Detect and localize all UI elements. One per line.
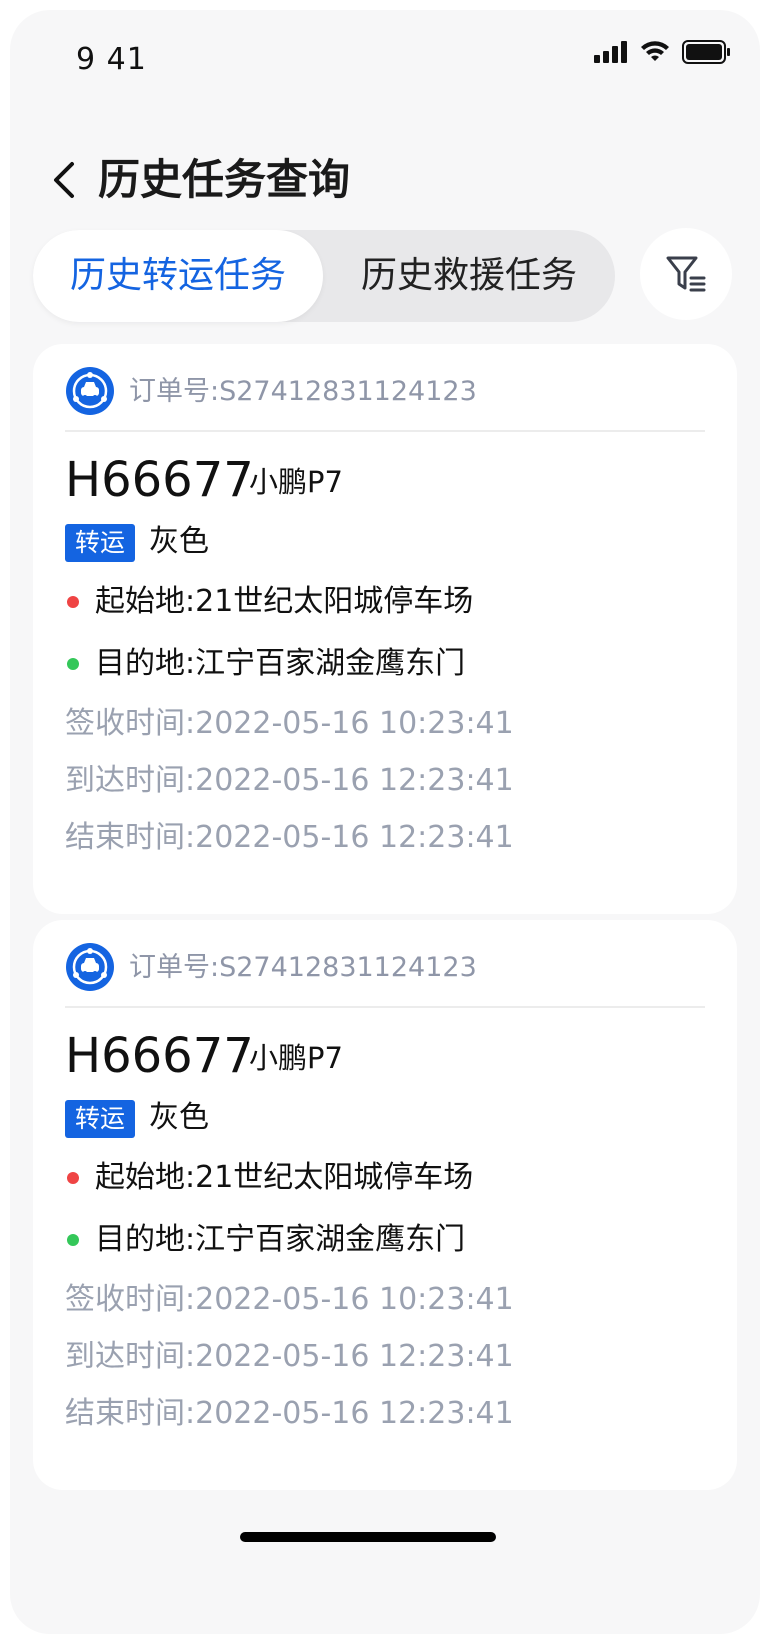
page-title: 历史任务查询: [98, 155, 351, 204]
tab-rescue-history[interactable]: 历史救援任务: [323, 230, 615, 322]
status-time: 9 41: [76, 42, 147, 77]
vehicle-color: 灰色: [149, 524, 209, 559]
filter-icon: [666, 256, 706, 292]
order-number: S27412831124123: [219, 376, 477, 407]
order-number-label: 订单号:S27412831124123: [129, 372, 477, 412]
sign-time: 签收时间:2022-05-16 10:23:41: [65, 706, 514, 741]
back-button[interactable]: [38, 150, 88, 210]
destination-row: 目的地:江宁百家湖金鹰东门: [65, 642, 465, 686]
destination-row: 目的地:江宁百家湖金鹰东门: [65, 1218, 465, 1262]
filter-button[interactable]: [640, 228, 732, 320]
order-number-prefix: 订单号:: [129, 376, 220, 407]
origin-row: 起始地:21世纪太阳城停车场: [65, 1156, 473, 1200]
order-card[interactable]: 订单号:S27412831124123 H66677 小鹏P7 转运 灰色 起始…: [33, 920, 737, 1490]
tab-transport-history[interactable]: 历史转运任务: [33, 230, 323, 322]
order-card[interactable]: 订单号:S27412831124123 H66677 小鹏P7 转运 灰色 起始…: [33, 344, 737, 914]
wifi-icon: [641, 41, 669, 61]
destination-dot-icon: [67, 658, 79, 670]
nav-bar: 历史任务查询: [10, 140, 760, 220]
car-service-icon: [66, 367, 114, 415]
arrive-time: 到达时间:2022-05-16 12:23:41: [65, 763, 514, 798]
origin-dot-icon: [67, 596, 79, 608]
destination-text: 目的地:江宁百家湖金鹰东门: [95, 1222, 466, 1257]
task-type-badge: 转运: [65, 1100, 135, 1138]
sign-time: 签收时间:2022-05-16 10:23:41: [65, 1282, 514, 1317]
order-number-prefix: 订单号:: [129, 952, 220, 983]
vehicle-model: 小鹏P7: [249, 1041, 343, 1075]
arrive-time: 到达时间:2022-05-16 12:23:41: [65, 1339, 514, 1374]
vehicle-model: 小鹏P7: [249, 465, 343, 499]
chevron-left-icon: [54, 162, 74, 198]
order-header: 订单号:S27412831124123: [65, 364, 705, 432]
order-number-label: 订单号:S27412831124123: [129, 948, 477, 988]
end-time: 结束时间:2022-05-16 12:23:41: [65, 820, 514, 855]
license-plate: H66677: [65, 1028, 254, 1084]
origin-dot-icon: [67, 1172, 79, 1184]
origin-row: 起始地:21世纪太阳城停车场: [65, 580, 473, 624]
destination-text: 目的地:江宁百家湖金鹰东门: [95, 646, 466, 681]
end-time: 结束时间:2022-05-16 12:23:41: [65, 1396, 514, 1431]
home-indicator[interactable]: [240, 1532, 496, 1542]
license-plate: H66677: [65, 452, 254, 508]
status-bar: 9 41: [10, 10, 760, 110]
car-service-icon: [66, 943, 114, 991]
status-icons: [594, 40, 730, 64]
task-type-badge: 转运: [65, 524, 135, 562]
battery-icon: [682, 40, 730, 64]
destination-dot-icon: [67, 1234, 79, 1246]
cellular-signal-icon: [594, 41, 627, 63]
order-number: S27412831124123: [219, 952, 477, 983]
phone-screen: 9 41 历史任务查询 历史转运任务 历史救援任务 订单号:S274128311…: [10, 10, 760, 1634]
order-header: 订单号:S27412831124123: [65, 940, 705, 1008]
task-type-tabs: 历史转运任务 历史救援任务: [33, 230, 615, 322]
vehicle-color: 灰色: [149, 1100, 209, 1135]
origin-text: 起始地:21世纪太阳城停车场: [95, 584, 474, 619]
origin-text: 起始地:21世纪太阳城停车场: [95, 1160, 474, 1195]
